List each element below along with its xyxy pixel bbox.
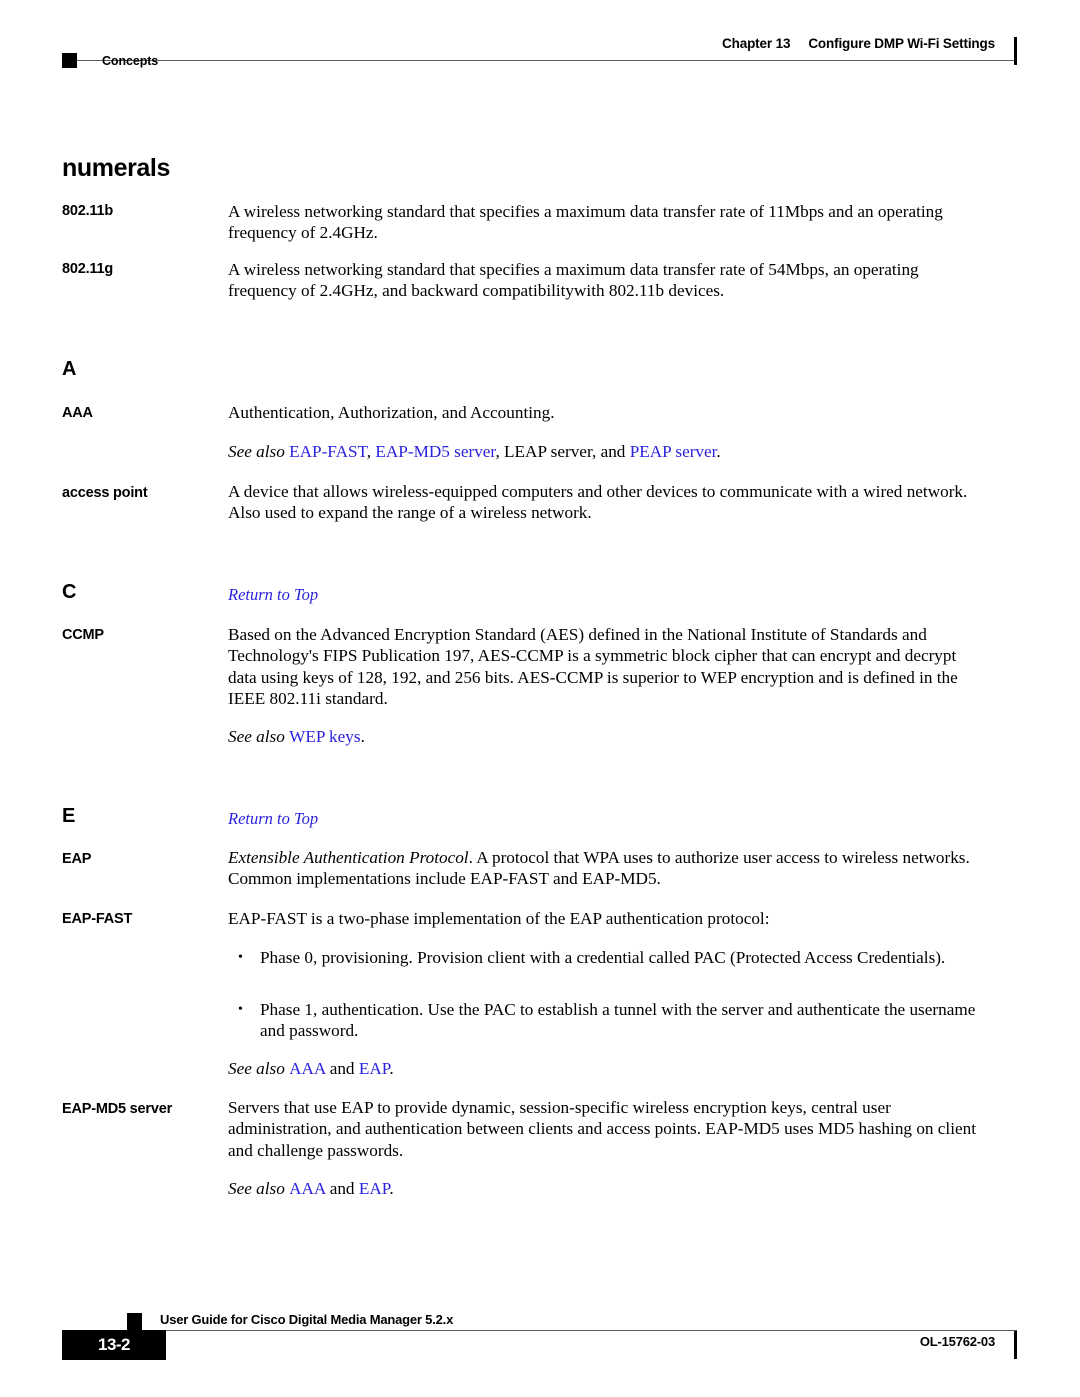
header-chapter-info: Chapter 13 Configure DMP Wi-Fi Settings bbox=[722, 36, 995, 51]
header-square-bullet-icon bbox=[62, 53, 77, 68]
glossary-term-eap: EAP bbox=[62, 851, 92, 867]
footer-edge-marker bbox=[1014, 1331, 1017, 1359]
header-chapter-title: Configure DMP Wi-Fi Settings bbox=[808, 36, 995, 51]
seealso-lead: See also bbox=[228, 727, 290, 746]
glossary-letter-heading-e: E bbox=[62, 805, 76, 827]
xref-aaa[interactable]: AAA bbox=[289, 1059, 325, 1078]
page-header: Chapter 13 Configure DMP Wi-Fi Settings C… bbox=[62, 36, 1017, 78]
glossary-term-802-11b: 802.11b bbox=[62, 203, 114, 219]
seealso-lead: See also bbox=[228, 1179, 290, 1198]
seealso-sep-2: , LEAP server, and bbox=[495, 442, 630, 461]
header-edge-marker bbox=[1014, 37, 1017, 65]
footer-document-id: OL-15762-03 bbox=[919, 1334, 995, 1349]
header-chapter-number: Chapter 13 bbox=[722, 36, 791, 51]
seealso-period-4: . bbox=[389, 1179, 394, 1198]
footer-page-number: 13-2 bbox=[97, 1335, 131, 1354]
glossary-term-eap-fast: EAP-FAST bbox=[62, 911, 133, 927]
glossary-term-802-11g: 802.11g bbox=[62, 261, 114, 277]
glossary-seealso-aaa: See also EAP-FAST, EAP-MD5 server, LEAP … bbox=[228, 441, 988, 462]
page-footer: User Guide for Cisco Digital Media Manag… bbox=[62, 1300, 1017, 1370]
xref-wep-keys[interactable]: WEP keys bbox=[289, 727, 360, 746]
definition-italic-lead: Extensible Authentication Protocol bbox=[228, 848, 469, 867]
footer-divider-rule bbox=[62, 1330, 1017, 1331]
glossary-term-eap-md5-server: EAP-MD5 server bbox=[62, 1101, 173, 1117]
glossary-definition-eap-md5-server: Servers that use EAP to provide dynamic,… bbox=[228, 1098, 976, 1160]
seealso-sep-4: and bbox=[325, 1179, 359, 1198]
seealso-period-2: . bbox=[360, 727, 365, 746]
footer-guide-title: User Guide for Cisco Digital Media Manag… bbox=[160, 1312, 454, 1327]
glossary-letter-heading-a: A bbox=[62, 358, 77, 380]
list-item: Phase 0, provisioning. Provision client … bbox=[238, 947, 988, 969]
header-section-label: Concepts bbox=[102, 54, 159, 68]
xref-eap[interactable]: EAP bbox=[359, 1179, 390, 1198]
glossary-definition-802-11b: A wireless networking standard that spec… bbox=[228, 202, 943, 243]
xref-eap-md5-server[interactable]: EAP-MD5 server bbox=[375, 442, 495, 461]
xref-eap[interactable]: EAP bbox=[359, 1059, 390, 1078]
seealso-lead: See also bbox=[228, 1059, 290, 1078]
glossary-term-aaa: AAA bbox=[62, 405, 93, 421]
seealso-lead: See also bbox=[228, 442, 290, 461]
glossary-term-ccmp: CCMP bbox=[62, 627, 104, 643]
list-item: Phase 1, authentication. Use the PAC to … bbox=[238, 999, 988, 1042]
glossary-definition-aaa: Authentication, Authorization, and Accou… bbox=[228, 403, 555, 422]
xref-aaa[interactable]: AAA bbox=[289, 1179, 325, 1198]
xref-eap-fast[interactable]: EAP-FAST bbox=[289, 442, 367, 461]
glossary-letter-heading-c: C bbox=[62, 581, 77, 603]
seealso-period-3: . bbox=[389, 1059, 394, 1078]
return-to-top-link-c[interactable]: Return to Top bbox=[228, 585, 318, 605]
glossary-definition-eap-fast: EAP-FAST is a two-phase implementation o… bbox=[228, 909, 770, 928]
glossary-definition-access-point: A device that allows wireless-equipped c… bbox=[228, 482, 968, 523]
footer-square-bullet-icon bbox=[127, 1313, 142, 1330]
seealso-sep-3: and bbox=[325, 1059, 359, 1078]
glossary-seealso-eap-fast: See also AAA and EAP. bbox=[228, 1058, 988, 1079]
return-to-top-link-e[interactable]: Return to Top bbox=[228, 809, 318, 829]
seealso-period-1: . bbox=[716, 442, 721, 461]
glossary-definition-eap: Extensible Authentication Protocol. A pr… bbox=[228, 847, 988, 890]
page-title: numerals bbox=[62, 154, 170, 182]
xref-peap-server[interactable]: PEAP server bbox=[630, 442, 717, 461]
glossary-definition-802-11g: A wireless networking standard that spec… bbox=[228, 260, 919, 301]
header-divider-rule bbox=[62, 60, 1017, 61]
glossary-definition-ccmp: Based on the Advanced Encryption Standar… bbox=[228, 625, 958, 709]
glossary-seealso-ccmp: See also WEP keys. bbox=[228, 726, 988, 747]
glossary-term-access-point: access point bbox=[62, 485, 148, 501]
glossary-seealso-eap-md5-server: See also AAA and EAP. bbox=[228, 1178, 988, 1199]
